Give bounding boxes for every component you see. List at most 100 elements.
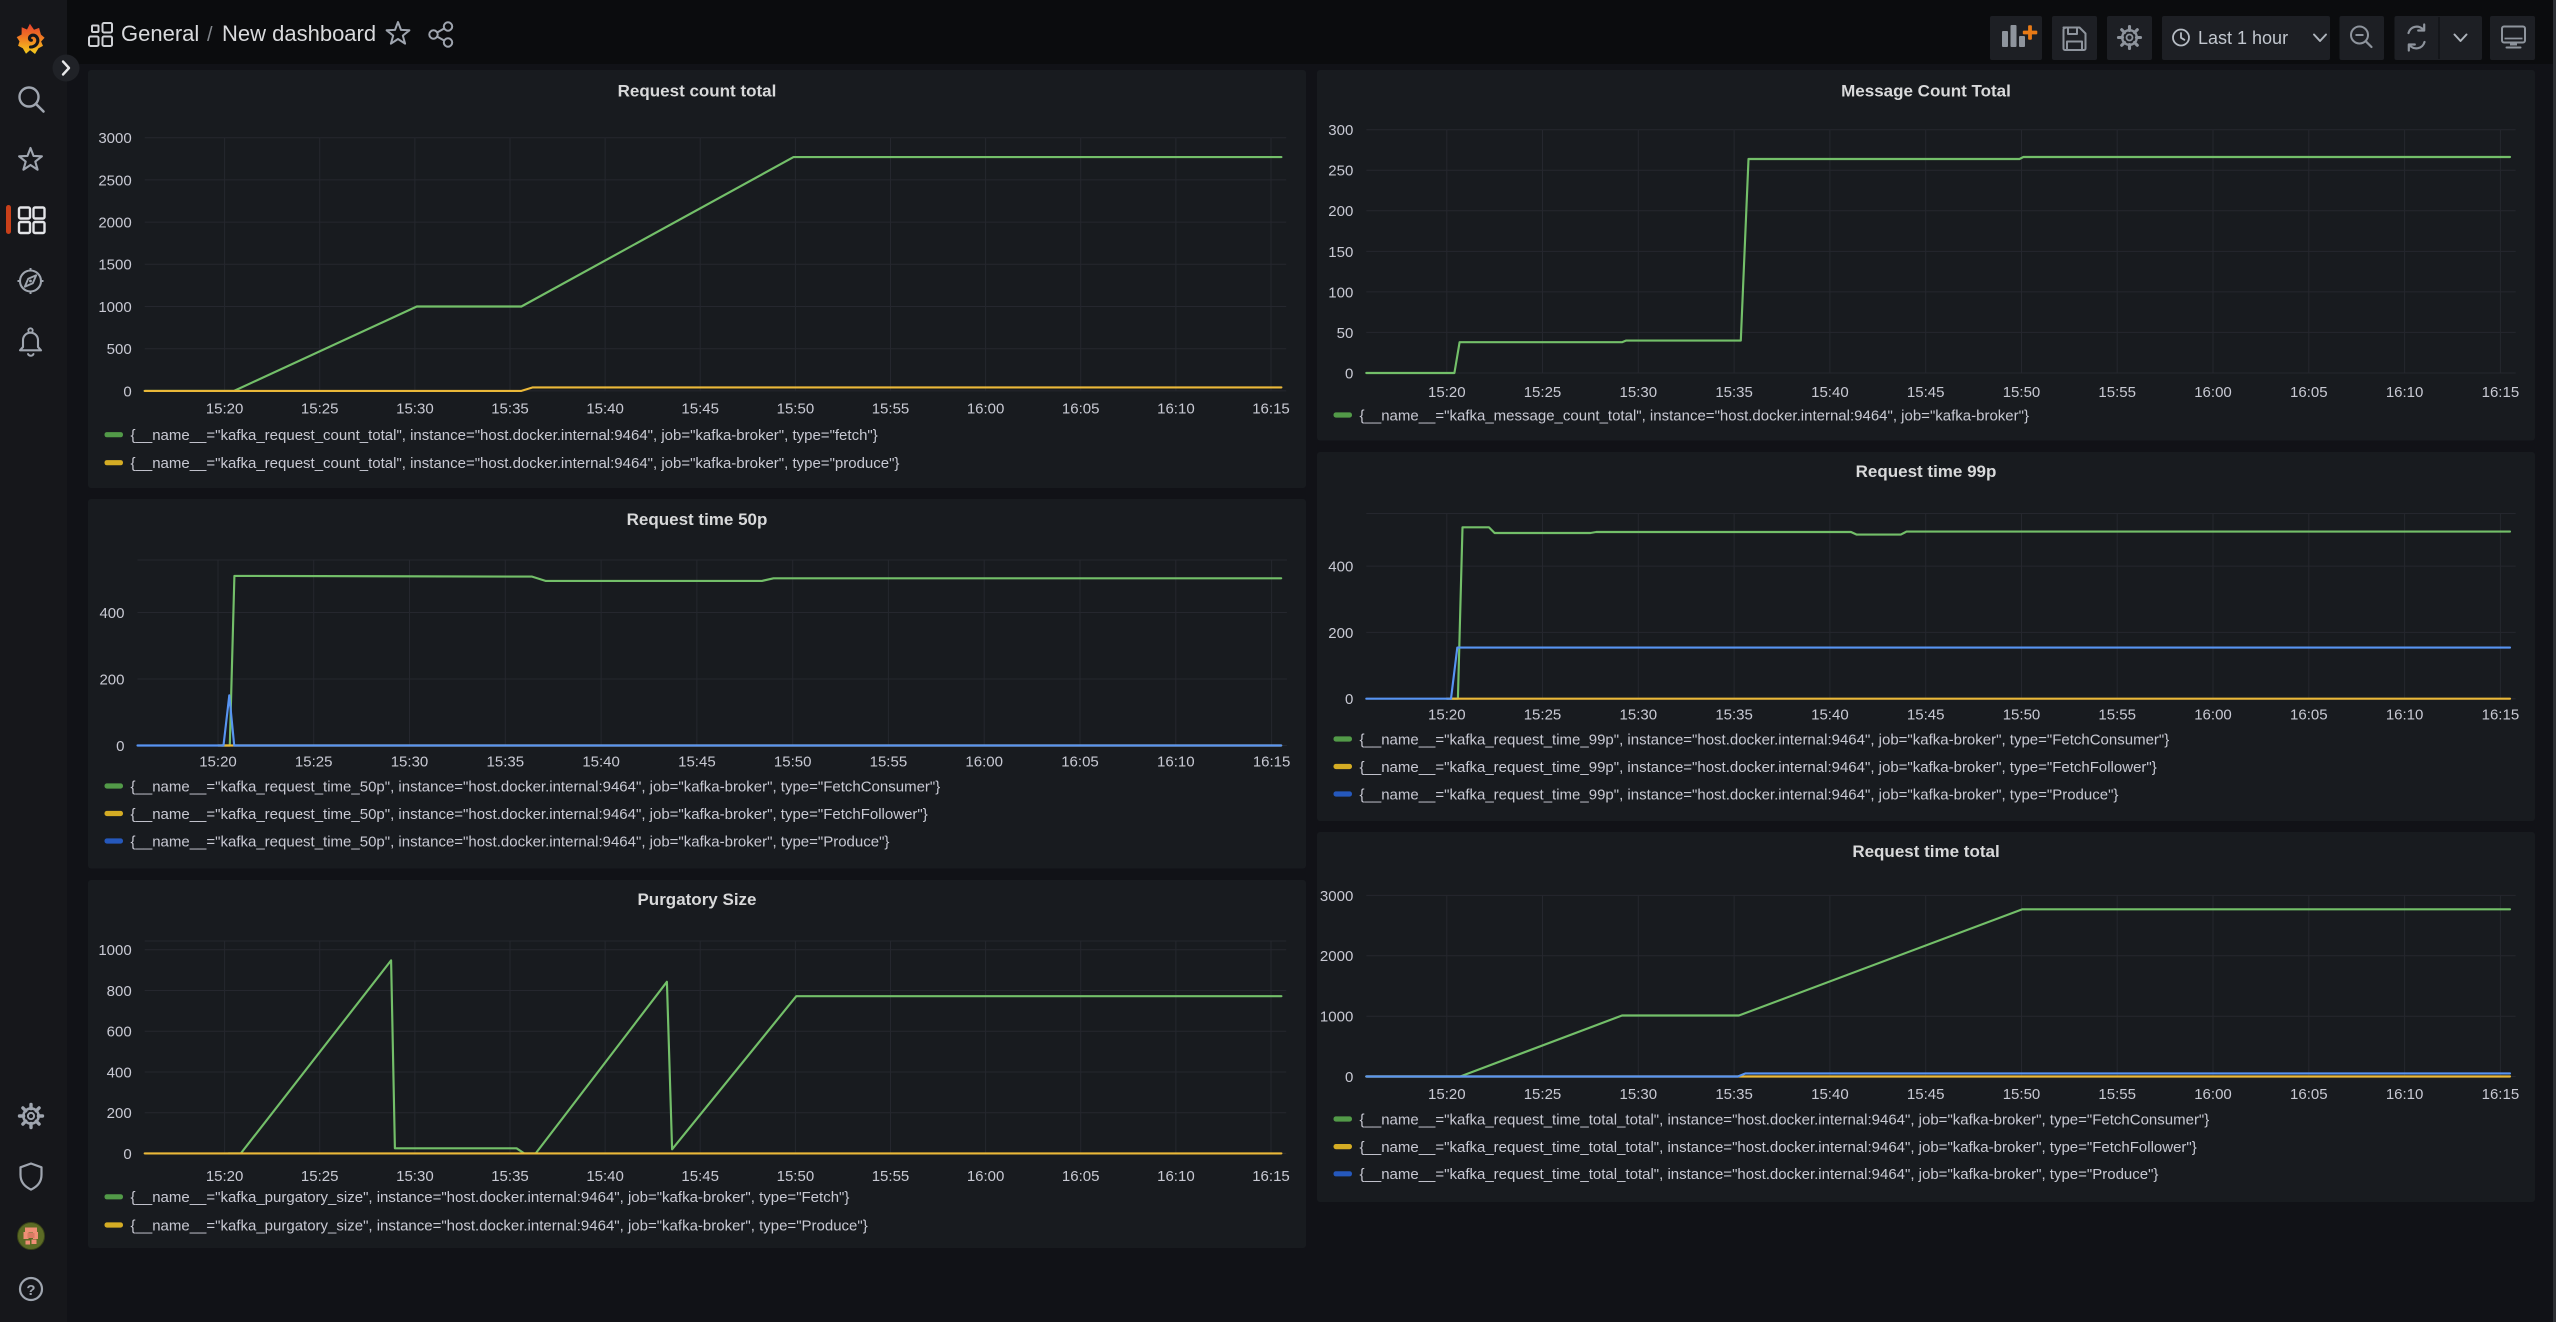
svg-text:15:25: 15:25 — [301, 1168, 339, 1185]
svg-text:16:00: 16:00 — [965, 753, 1003, 770]
svg-text:15:50: 15:50 — [777, 1168, 815, 1185]
svg-text:15:40: 15:40 — [1811, 384, 1849, 401]
svg-text:16:05: 16:05 — [1061, 753, 1099, 770]
svg-text:0: 0 — [123, 1146, 131, 1163]
svg-text:16:05: 16:05 — [2290, 384, 2328, 401]
svg-text:3000: 3000 — [1320, 888, 1353, 905]
svg-text:200: 200 — [99, 671, 124, 688]
svg-text:16:15: 16:15 — [1252, 400, 1290, 417]
svg-text:15:40: 15:40 — [582, 753, 620, 770]
svg-text:Request count total: Request count total — [618, 82, 777, 101]
svg-text:15:20: 15:20 — [199, 753, 237, 770]
svg-text:15:55: 15:55 — [870, 753, 908, 770]
svg-text:16:15: 16:15 — [2482, 1086, 2520, 1103]
svg-text:15:45: 15:45 — [678, 753, 716, 770]
svg-text:15:55: 15:55 — [872, 400, 910, 417]
svg-text:0: 0 — [1345, 1069, 1353, 1086]
svg-text:2000: 2000 — [1320, 948, 1353, 965]
svg-text:0: 0 — [1345, 691, 1353, 708]
svg-text:{__name__="kafka_request_time_: {__name__="kafka_request_time_50p", inst… — [131, 833, 890, 850]
svg-text:1000: 1000 — [98, 942, 131, 959]
svg-text:/: / — [207, 24, 213, 46]
svg-text:{__name__="kafka_request_time_: {__name__="kafka_request_time_99p", inst… — [1360, 786, 2119, 803]
svg-text:2500: 2500 — [98, 172, 131, 189]
svg-text:2000: 2000 — [98, 215, 131, 232]
svg-text:Request time 50p: Request time 50p — [627, 510, 768, 529]
svg-text:15:35: 15:35 — [1715, 706, 1753, 723]
svg-text:3000: 3000 — [98, 130, 131, 147]
svg-text:16:00: 16:00 — [2194, 1086, 2232, 1103]
svg-text:16:05: 16:05 — [2290, 1086, 2328, 1103]
svg-text:16:10: 16:10 — [1157, 1168, 1195, 1185]
svg-text:15:40: 15:40 — [1811, 706, 1849, 723]
svg-text:15:35: 15:35 — [491, 1168, 529, 1185]
svg-text:0: 0 — [1345, 365, 1353, 382]
svg-text:{__name__="kafka_request_count: {__name__="kafka_request_count_total", i… — [131, 427, 878, 444]
svg-text:Last 1 hour: Last 1 hour — [2198, 28, 2288, 48]
svg-text:15:35: 15:35 — [487, 753, 525, 770]
svg-text:16:15: 16:15 — [2482, 384, 2520, 401]
svg-text:{__name__="kafka_request_time_: {__name__="kafka_request_time_99p", inst… — [1360, 759, 2157, 776]
svg-text:15:20: 15:20 — [1428, 384, 1466, 401]
svg-text:800: 800 — [107, 983, 132, 1000]
svg-text:16:10: 16:10 — [1157, 753, 1195, 770]
svg-text:{__name__="kafka_request_time_: {__name__="kafka_request_time_total_tota… — [1360, 1166, 2159, 1183]
svg-text:500: 500 — [107, 341, 132, 358]
svg-text:15:50: 15:50 — [2003, 384, 2041, 401]
svg-text:15:20: 15:20 — [206, 1168, 244, 1185]
svg-text:400: 400 — [1328, 559, 1353, 576]
svg-text:15:55: 15:55 — [2098, 706, 2136, 723]
svg-text:?: ? — [26, 1282, 35, 1299]
svg-text:15:25: 15:25 — [1524, 706, 1562, 723]
svg-text:16:10: 16:10 — [1157, 400, 1195, 417]
svg-text:{__name__="kafka_purgatory_siz: {__name__="kafka_purgatory_size", instan… — [131, 1189, 850, 1206]
svg-text:100: 100 — [1328, 284, 1353, 301]
svg-text:15:30: 15:30 — [1620, 1086, 1658, 1103]
svg-text:15:55: 15:55 — [2098, 384, 2136, 401]
svg-text:15:30: 15:30 — [396, 1168, 434, 1185]
svg-text:16:10: 16:10 — [2386, 384, 2424, 401]
svg-text:15:20: 15:20 — [206, 400, 244, 417]
svg-text:{__name__="kafka_purgatory_siz: {__name__="kafka_purgatory_size", instan… — [131, 1217, 868, 1234]
svg-text:15:25: 15:25 — [1524, 1086, 1562, 1103]
svg-text:16:10: 16:10 — [2386, 706, 2424, 723]
svg-text:1000: 1000 — [1320, 1009, 1353, 1026]
svg-text:15:45: 15:45 — [1907, 706, 1945, 723]
svg-text:15:30: 15:30 — [396, 400, 434, 417]
svg-text:16:05: 16:05 — [2290, 706, 2328, 723]
svg-text:16:15: 16:15 — [1253, 753, 1291, 770]
svg-text:15:45: 15:45 — [1907, 1086, 1945, 1103]
svg-text:16:10: 16:10 — [2386, 1086, 2424, 1103]
svg-text:15:50: 15:50 — [777, 400, 815, 417]
svg-text:{__name__="kafka_request_time_: {__name__="kafka_request_time_50p", inst… — [131, 778, 941, 795]
svg-text:15:30: 15:30 — [1620, 706, 1658, 723]
svg-text:16:15: 16:15 — [2482, 706, 2520, 723]
svg-text:Message Count Total: Message Count Total — [1841, 82, 2011, 101]
svg-text:50: 50 — [1337, 325, 1354, 342]
svg-text:16:15: 16:15 — [1252, 1168, 1290, 1185]
svg-text:16:05: 16:05 — [1062, 400, 1100, 417]
svg-text:15:20: 15:20 — [1428, 706, 1466, 723]
svg-text:200: 200 — [107, 1105, 132, 1122]
svg-text:15:50: 15:50 — [774, 753, 812, 770]
svg-text:15:50: 15:50 — [2003, 706, 2041, 723]
svg-text:300: 300 — [1328, 122, 1353, 139]
svg-text:15:55: 15:55 — [872, 1168, 910, 1185]
svg-text:Purgatory Size: Purgatory Size — [637, 890, 756, 909]
svg-text:15:25: 15:25 — [301, 400, 339, 417]
svg-text:15:40: 15:40 — [586, 400, 624, 417]
svg-text:400: 400 — [99, 605, 124, 622]
svg-text:1000: 1000 — [98, 299, 131, 316]
svg-text:16:00: 16:00 — [967, 1168, 1005, 1185]
svg-text:200: 200 — [1328, 203, 1353, 220]
svg-text:{__name__="kafka_request_time_: {__name__="kafka_request_time_total_tota… — [1360, 1139, 2197, 1156]
svg-text:New dashboard: New dashboard — [222, 21, 376, 46]
svg-text:15:45: 15:45 — [1907, 384, 1945, 401]
svg-text:15:45: 15:45 — [681, 1168, 719, 1185]
svg-text:{__name__="kafka_request_time_: {__name__="kafka_request_time_50p", inst… — [131, 806, 928, 823]
svg-text:16:00: 16:00 — [2194, 706, 2232, 723]
svg-text:1500: 1500 — [98, 257, 131, 274]
svg-text:{__name__="kafka_request_count: {__name__="kafka_request_count_total", i… — [131, 455, 900, 472]
svg-text:15:20: 15:20 — [1428, 1086, 1466, 1103]
svg-text:150: 150 — [1328, 244, 1353, 261]
